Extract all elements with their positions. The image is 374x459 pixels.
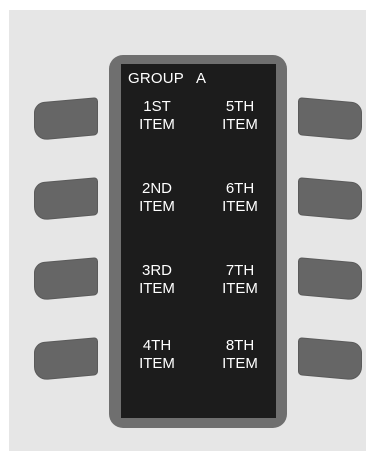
- menu-item-5: 5TH ITEM: [212, 98, 268, 134]
- screen-title: GROUP A: [128, 70, 207, 87]
- menu-item-6-label: ITEM: [222, 198, 258, 215]
- menu-item-3-label: ITEM: [139, 280, 175, 297]
- menu-item-8-ordinal: 8TH: [225, 337, 255, 354]
- menu-item-2: 2ND ITEM: [129, 180, 185, 216]
- menu-item-4: 4TH ITEM: [129, 337, 185, 373]
- softkey-left-3[interactable]: [34, 257, 98, 301]
- menu-item-4-ordinal: 4TH: [142, 337, 172, 354]
- softkey-left-4[interactable]: [34, 337, 98, 381]
- menu-item-5-label: ITEM: [222, 116, 258, 133]
- menu-item-8-label: ITEM: [222, 355, 258, 372]
- softkey-right-1[interactable]: [298, 97, 362, 141]
- menu-item-4-label: ITEM: [139, 355, 175, 372]
- softkey-right-3[interactable]: [298, 257, 362, 301]
- menu-item-8: 8TH ITEM: [212, 337, 268, 373]
- display-screen: GROUP A 1ST ITEM 2ND ITEM 3RD ITEM 4TH I…: [121, 64, 276, 418]
- menu-item-5-ordinal: 5TH: [225, 98, 255, 115]
- menu-item-7: 7TH ITEM: [212, 262, 268, 298]
- menu-item-6: 6TH ITEM: [212, 180, 268, 216]
- menu-item-7-ordinal: 7TH: [225, 262, 255, 279]
- softkey-left-2[interactable]: [34, 177, 98, 221]
- menu-item-1-ordinal: 1ST: [143, 98, 171, 115]
- menu-item-1-label: ITEM: [139, 116, 175, 133]
- softkey-right-2[interactable]: [298, 177, 362, 221]
- menu-item-1: 1ST ITEM: [129, 98, 185, 134]
- softkey-left-1[interactable]: [34, 97, 98, 141]
- menu-item-3-ordinal: 3RD: [141, 262, 172, 279]
- menu-item-7-label: ITEM: [222, 280, 258, 297]
- menu-item-2-label: ITEM: [139, 198, 175, 215]
- softkey-right-4[interactable]: [298, 337, 362, 381]
- menu-item-3: 3RD ITEM: [129, 262, 185, 298]
- menu-item-6-ordinal: 6TH: [225, 180, 255, 197]
- menu-item-2-ordinal: 2ND: [141, 180, 172, 197]
